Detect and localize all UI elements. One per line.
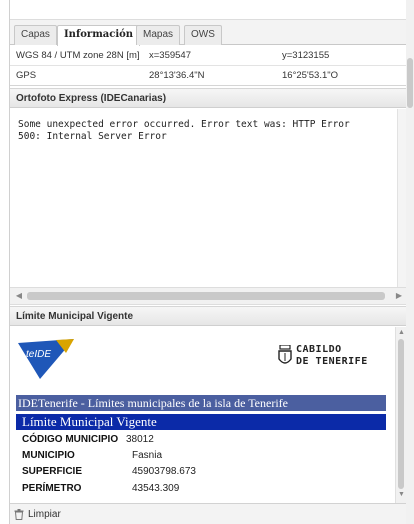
cabildo-line1: CABILDO: [296, 344, 342, 355]
coord-x-value: x=359547: [149, 50, 191, 61]
field-row: MUNICIPIO Fasnia: [16, 448, 386, 464]
field-row: SUPERFICIE 45903798.673: [16, 464, 386, 480]
ortofoto-content: Some unexpected error occurred. Error te…: [10, 109, 406, 287]
teide-logo-text: teIDE: [26, 349, 51, 360]
coord-lat-value: 28°13'36.4"N: [149, 70, 205, 81]
cabildo-text: CABILDO DE TENERIFE: [296, 344, 368, 368]
limite-header[interactable]: Límite Municipal Vigente: [10, 306, 406, 326]
error-message: Some unexpected error occurred. Error te…: [18, 119, 350, 142]
outer-scrollbar[interactable]: [406, 0, 414, 524]
coord-y-value: y=3123155: [282, 50, 330, 61]
ortofoto-horizontal-scrollbar[interactable]: ◀ ▶: [10, 287, 406, 305]
clear-button-label: Limpiar: [28, 509, 61, 520]
top-strip: [10, 0, 406, 20]
outer-scroll-thumb[interactable]: [407, 58, 413, 108]
layer-title-band: IDETenerife - Límites municipales de la …: [16, 395, 386, 411]
field-key: PERÍMETRO: [22, 483, 82, 494]
field-value: 43543.309: [132, 483, 180, 494]
field-row: CÓDIGO MUNICIPIO 38012: [16, 432, 386, 448]
tab-informacion[interactable]: Información: [57, 25, 141, 46]
coord-system-label: GPS: [16, 70, 37, 81]
field-value: Fasnia: [132, 450, 163, 461]
limite-vertical-scrollbar[interactable]: ▲ ▼: [395, 327, 406, 503]
field-value: 45903798.673: [132, 466, 196, 477]
tab-ows[interactable]: OWS: [184, 25, 222, 45]
ortofoto-vertical-scrollbar[interactable]: [397, 109, 406, 287]
horizontal-scroll-thumb[interactable]: [27, 292, 385, 300]
field-key: SUPERFICIE: [22, 466, 83, 477]
scroll-left-icon[interactable]: ◀: [13, 290, 25, 302]
field-key: CÓDIGO MUNICIPIO: [22, 434, 119, 445]
coord-system-label: WGS 84 / UTM zone 28N [m]: [16, 50, 140, 61]
coord-row-gps: GPS 28°13'36.4"N 16°25'53.1"O: [10, 66, 406, 86]
coordinates-table: WGS 84 / UTM zone 28N [m] x=359547 y=312…: [10, 46, 406, 86]
cabildo-logo: CABILDO DE TENERIFE: [278, 343, 390, 371]
cabildo-line2: DE TENERIFE: [296, 356, 368, 367]
limite-content: teIDE CABILDO DE TENERIFE IDETenerife - …: [10, 327, 406, 503]
field-key: MUNICIPIO: [22, 450, 75, 461]
tab-bar: Capas Información Mapas OWS: [10, 20, 406, 46]
feature-title-band: Límite Municipal Vigente: [16, 414, 386, 430]
scroll-right-icon[interactable]: ▶: [393, 290, 405, 302]
cabildo-crest-icon: [278, 345, 292, 364]
tab-capas[interactable]: Capas: [14, 25, 57, 45]
clear-button[interactable]: Limpiar: [14, 507, 61, 522]
coord-row-utm: WGS 84 / UTM zone 28N [m] x=359547 y=312…: [10, 46, 406, 66]
coord-lon-value: 16°25'53.1"O: [282, 70, 338, 81]
field-row: PERÍMETRO 43543.309: [16, 481, 386, 497]
limite-scroll-thumb[interactable]: [398, 339, 404, 489]
ortofoto-header[interactable]: Ortofoto Express (IDECanarias): [10, 88, 406, 108]
tab-mapas[interactable]: Mapas: [136, 25, 181, 45]
scroll-down-icon[interactable]: ▼: [398, 491, 405, 498]
field-value: 38012: [126, 434, 154, 445]
trash-icon: [14, 509, 24, 520]
scroll-up-icon[interactable]: ▲: [398, 329, 405, 336]
panel-footer: Limpiar: [10, 503, 406, 524]
info-panel: Capas Información Mapas OWS WGS 84 / UTM…: [9, 0, 406, 524]
teide-logo: teIDE: [18, 339, 74, 379]
